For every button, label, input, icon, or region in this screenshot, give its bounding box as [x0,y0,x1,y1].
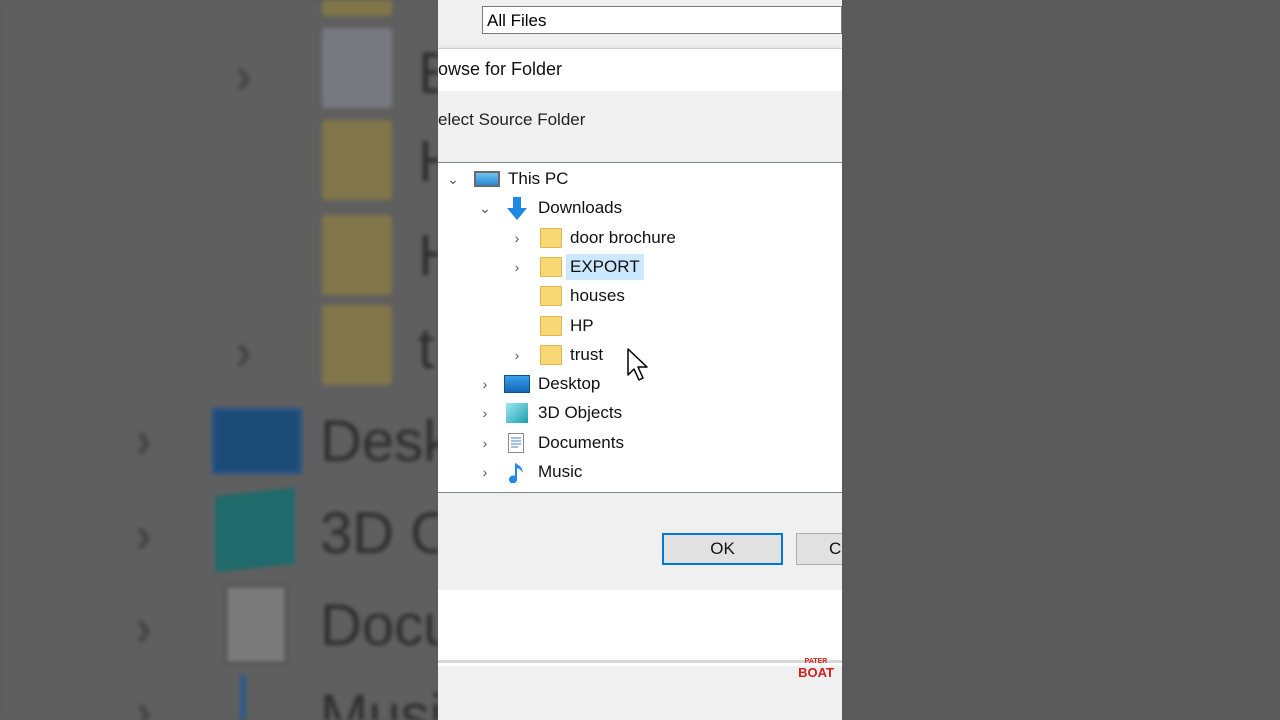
ghost-text: H [418,222,438,289]
ghost-music-icon [240,675,286,720]
chevron-right-icon[interactable]: › [478,459,492,485]
download-arrow-icon [506,197,528,221]
folder-icon [540,286,562,306]
chevron-right-icon[interactable]: › [510,342,524,368]
mouse-cursor-icon [627,348,649,387]
file-type-strip: All Files [438,0,842,48]
background-left-panel: › E H H › t › Desk › 3D O › Docu › Musi [0,0,438,720]
tree-item-label: Desktop [538,374,601,393]
tree-item-label: EXPORT [566,254,644,280]
ghost-chevron-icon: › [135,411,153,469]
tree-item-label: houses [570,286,625,305]
chevron-right-icon[interactable]: › [478,400,492,426]
desktop-icon [504,375,530,393]
ok-button[interactable]: OK [662,533,783,565]
browse-for-folder-dialog: owse for Folder elect Source Folder ⌄ Th… [438,48,842,591]
chevron-right-icon[interactable]: › [510,254,524,280]
ghost-3d-objects-icon [215,487,295,573]
dialog-title: owse for Folder [438,59,563,79]
chevron-right-icon[interactable]: › [510,225,524,251]
ghost-folder-icon [322,305,392,385]
ghost-folder-icon [322,0,392,16]
ghost-text: E [418,41,438,106]
tree-item-label: This PC [508,169,569,188]
ghost-chevron-icon: › [235,47,253,105]
tree-item-label: door brochure [570,228,676,247]
watermark-line: BOAT [798,665,834,680]
tree-item-label: HP [570,316,594,335]
document-icon [508,433,524,453]
chevron-down-icon[interactable]: ⌄ [446,166,460,192]
dialog-prompt: elect Source Folder [438,110,586,129]
folder-icon [540,345,562,365]
folder-icon [540,257,562,277]
ghost-chevron-icon: › [135,599,153,657]
computer-icon [474,171,500,187]
tree-item-label: Documents [538,433,624,452]
ghost-chevron-icon: › [135,683,153,720]
ghost-folder-icon [322,120,392,200]
ghost-text: 3D O [320,501,438,566]
tree-item-label: trust [570,345,604,364]
ghost-text: t [418,316,435,381]
tree-item-label: 3D Objects [538,403,623,422]
background-right-panel [842,0,1280,720]
3d-cube-icon [506,403,528,423]
folder-tree[interactable]: ⌄ This PC ⌄ Downloads › door brochure › [438,162,842,493]
underlying-window-footer [438,666,842,720]
cancel-button[interactable]: C [796,533,842,565]
ghost-desktop-icon [212,408,302,474]
channel-logo-watermark: PATER BOAT [794,658,838,682]
dialog-titlebar: owse for Folder [438,49,842,91]
ghost-chevron-icon: › [235,323,253,381]
ghost-text: H [418,128,438,195]
tree-item-label: Music [538,462,583,481]
ghost-folder-icon [322,215,392,295]
ghost-document-icon [225,585,287,664]
underlying-window [438,590,842,720]
folder-icon [540,316,562,336]
file-type-filter[interactable]: All Files [482,6,842,34]
ghost-text: Desk [320,409,438,474]
ghost-text: Docu [320,593,438,658]
folder-icon [540,228,562,248]
ghost-folder-icon [322,28,392,108]
chevron-right-icon[interactable]: › [478,430,492,456]
divider [438,660,842,663]
ghost-chevron-icon: › [135,506,153,564]
tree-item-label: Downloads [538,198,623,217]
chevron-down-icon[interactable]: ⌄ [478,195,492,221]
ghost-text: Musi [320,683,438,720]
chevron-right-icon[interactable]: › [478,371,492,397]
music-note-icon [506,461,528,484]
